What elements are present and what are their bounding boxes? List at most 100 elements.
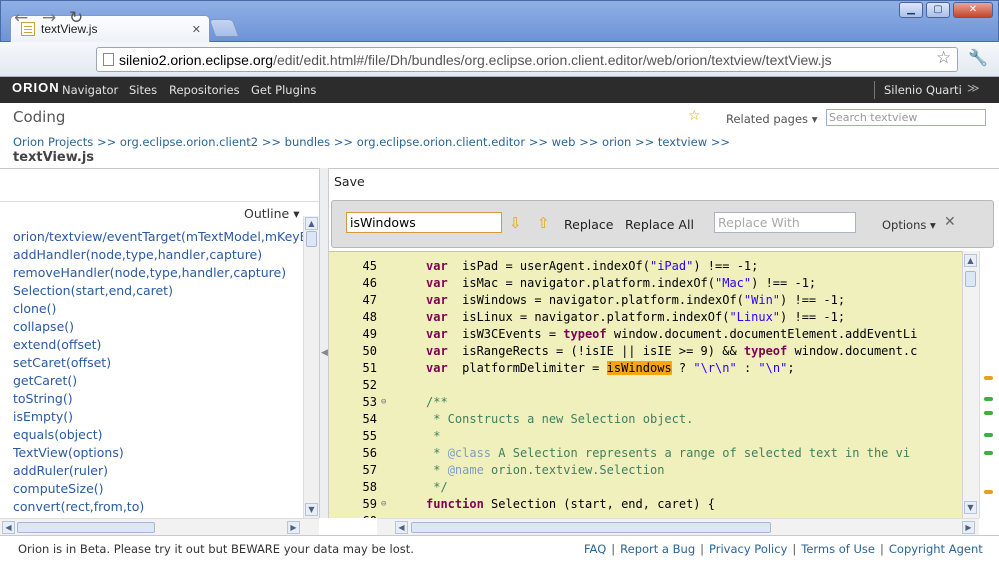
scroll-thumb[interactable] (965, 271, 976, 287)
replace-button[interactable]: Replace (564, 217, 613, 232)
find-next-icon[interactable]: ⇩ (509, 214, 522, 232)
scroll-left-icon[interactable]: ◀ (2, 521, 15, 534)
find-options-menu[interactable]: Options ▾ (882, 218, 936, 232)
nav-get-plugins[interactable]: Get Plugins (251, 83, 316, 97)
nav-repositories[interactable]: Repositories (169, 83, 240, 97)
scroll-up-icon[interactable]: ▲ (964, 254, 977, 267)
breadcrumb-separator: >> (634, 135, 655, 149)
editor-scrollbar[interactable]: ▲ ▼ (962, 251, 979, 518)
footer-link-report-bug[interactable]: Report a Bug (620, 542, 695, 556)
scroll-left-icon[interactable]: ◀ (395, 521, 408, 534)
outline-item[interactable]: Selection(start,end,caret) (13, 283, 303, 301)
outline-item[interactable]: extend(offset) (13, 337, 303, 355)
address-bar[interactable]: silenio2.orion.eclipse.org/edit/edit.htm… (96, 47, 958, 72)
outline-item[interactable]: addHandler(node,type,handler,capture) (13, 247, 303, 265)
outline-hscrollbar[interactable]: ◀ ▶ (0, 518, 319, 535)
back-icon[interactable]: ← (14, 8, 28, 28)
outline-item[interactable]: removeHandler(node,type,handler,capture) (13, 265, 303, 283)
pane-splitter[interactable]: ◀ (319, 168, 329, 518)
nav-navigator[interactable]: Navigator (62, 83, 118, 97)
outline-item[interactable]: TextView(options) (13, 445, 303, 463)
scroll-down-icon[interactable]: ▼ (964, 501, 977, 514)
outline-item[interactable]: setCaret(offset) (13, 355, 303, 373)
overview-marker[interactable] (984, 397, 993, 401)
collapse-left-icon[interactable]: ◀ (321, 348, 328, 358)
browser-tab[interactable]: textView.js ✕ (10, 15, 210, 42)
footer-link-faq[interactable]: FAQ (584, 542, 606, 556)
code-line: 57 * @name orion.textview.Selection (329, 462, 962, 479)
scroll-thumb[interactable] (17, 522, 155, 533)
maximize-button[interactable]: ▢ (926, 2, 950, 18)
breadcrumb-item[interactable]: bundles (285, 135, 330, 149)
outline-item[interactable]: isEmpty() (13, 409, 303, 427)
outline-menu[interactable]: Outline ▾ (244, 206, 299, 221)
scroll-down-icon[interactable]: ▼ (305, 503, 318, 516)
overview-ruler[interactable] (979, 251, 999, 518)
overview-marker[interactable] (984, 411, 993, 415)
fold-toggle-icon[interactable]: ⊖ (381, 496, 386, 513)
outline-item[interactable]: clone() (13, 301, 303, 319)
close-window-button[interactable]: ✕ (953, 2, 993, 18)
breadcrumb-item[interactable]: textview (658, 135, 707, 149)
outline-item[interactable]: equals(object) (13, 427, 303, 445)
outline-item[interactable]: getCaret() (13, 373, 303, 391)
outline-item[interactable]: computeSize() (13, 481, 303, 499)
find-previous-icon[interactable]: ⇧ (537, 214, 550, 232)
nav-sites[interactable]: Sites (129, 83, 157, 97)
favorite-star-icon[interactable]: ☆ (688, 108, 701, 124)
scroll-up-icon[interactable]: ▲ (305, 217, 318, 230)
beta-notice: Orion is in Beta. Please try it out but … (18, 542, 414, 556)
tab-close-icon[interactable]: ✕ (192, 23, 201, 36)
breadcrumb-item[interactable]: Orion Projects (13, 135, 93, 149)
wrench-icon[interactable]: 🔧 (968, 48, 988, 67)
outline-item[interactable]: orion/textview/eventTarget(mTextModel,mK… (13, 229, 303, 247)
code-token: isMac = navigator.platform.indexOf( (447, 276, 715, 290)
minimize-button[interactable]: ▁ (899, 2, 923, 18)
related-pages-menu[interactable]: Related pages ▾ (726, 112, 817, 126)
code-token: isW3CEvents = (447, 327, 564, 341)
code-token: * Constructs a new Selection object. (426, 412, 694, 426)
breadcrumb-item[interactable]: orion (602, 135, 631, 149)
overview-marker[interactable] (984, 490, 993, 494)
chevron-down-icon[interactable]: ≫ (967, 81, 980, 95)
breadcrumb-item[interactable]: web (552, 135, 576, 149)
code-token: var (426, 361, 448, 375)
fold-toggle-icon[interactable]: ⊖ (381, 394, 386, 411)
outline-item[interactable]: collapse() (13, 319, 303, 337)
replace-input[interactable]: Replace With (714, 212, 856, 233)
bookmark-star-icon[interactable]: ☆ (936, 48, 951, 68)
breadcrumb-item[interactable]: org.eclipse.orion.client.editor (357, 135, 525, 149)
outline-item[interactable]: addRuler(ruler) (13, 463, 303, 481)
search-input[interactable]: Search textview (826, 109, 986, 126)
close-icon[interactable]: ✕ (944, 214, 956, 230)
outline-item[interactable]: convert(rect,from,to) (13, 499, 303, 515)
line-number: 55 (362, 429, 377, 443)
code-token: /** (426, 395, 448, 409)
orion-logo[interactable]: ORION (12, 80, 60, 95)
scroll-right-icon[interactable]: ▶ (962, 521, 975, 534)
overview-marker[interactable] (984, 376, 993, 380)
code-text: function Selection (start, end, caret) { (426, 496, 715, 513)
code-token: isWindows = navigator.platform.indexOf( (447, 293, 744, 307)
breadcrumb-item[interactable]: org.eclipse.orion.client2 (120, 135, 258, 149)
user-menu[interactable]: Silenio Quarti (884, 83, 962, 97)
scroll-right-icon[interactable]: ▶ (287, 521, 300, 534)
outline-item[interactable]: toString() (13, 391, 303, 409)
footer-link-terms[interactable]: Terms of Use (801, 542, 875, 556)
forward-icon[interactable]: → (42, 8, 56, 28)
save-button[interactable]: Save (334, 174, 365, 189)
scroll-thumb[interactable] (306, 231, 317, 247)
editor-hscrollbar[interactable]: ◀ ▶ (377, 518, 979, 535)
code-text: var isLinux = navigator.platform.indexOf… (426, 309, 845, 326)
find-input[interactable]: isWindows (346, 212, 502, 233)
code-editor[interactable]: 45 var isPad = userAgent.indexOf("iPad") … (329, 251, 979, 518)
scroll-thumb[interactable] (411, 522, 771, 533)
code-line: 53 ⊖ /** (329, 394, 962, 411)
footer-link-copyright[interactable]: Copyright Agent (889, 542, 983, 556)
footer-link-privacy[interactable]: Privacy Policy (709, 542, 787, 556)
outline-scrollbar[interactable]: ▲ ▼ (303, 216, 319, 518)
overview-marker[interactable] (984, 451, 993, 455)
reload-icon[interactable]: ↻ (69, 8, 83, 28)
replace-all-button[interactable]: Replace All (625, 217, 694, 232)
overview-marker[interactable] (984, 433, 993, 437)
